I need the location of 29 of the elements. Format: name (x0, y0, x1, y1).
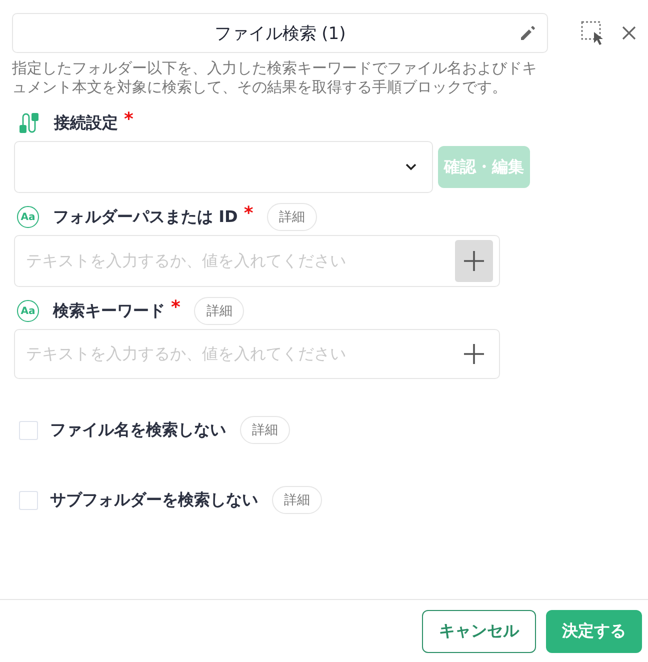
description-text: 指定したフォルダー以下を、入力した検索キーワードでファイル名およびドキュメント本文を対象に検索して、その結果を取得する手順ブロックです。 (12, 59, 538, 97)
text-type-icon: Aa (17, 300, 39, 322)
checkbox[interactable] (19, 420, 38, 440)
field-label: 接続設定 (54, 112, 118, 134)
cancel-button[interactable]: キャンセル (422, 610, 536, 652)
detail-button[interactable]: 詳細 (272, 486, 322, 514)
field-label: フォルダーパスまたは ID (53, 206, 238, 228)
field-label: 検索キーワード (53, 300, 165, 322)
detail-button[interactable]: 詳細 (194, 297, 244, 325)
connector-icon (18, 111, 40, 135)
window-title: ファイル検索 (1) (214, 22, 346, 44)
required-mark: * (124, 109, 134, 130)
checkbox[interactable] (19, 490, 38, 510)
text-type-icon: Aa (17, 206, 39, 228)
plus-icon (463, 343, 485, 365)
select-field[interactable] (14, 141, 433, 193)
detail-button[interactable]: 詳細 (240, 416, 290, 444)
required-mark: * (244, 203, 254, 224)
add-value-button[interactable] (455, 240, 493, 282)
plus-icon (463, 250, 485, 272)
title-field[interactable]: ファイル検索 (1) (12, 13, 548, 53)
pencil-icon[interactable] (519, 24, 537, 42)
close-icon[interactable] (621, 25, 637, 41)
submit-button[interactable]: 決定する (546, 610, 642, 652)
chevron-down-icon (405, 163, 417, 171)
required-mark: * (171, 297, 180, 318)
checkbox-label: サブフォルダーを検索しない (50, 490, 258, 510)
detail-button[interactable]: 詳細 (267, 203, 318, 231)
checkbox-label: ファイル名を検索しない (50, 420, 226, 440)
